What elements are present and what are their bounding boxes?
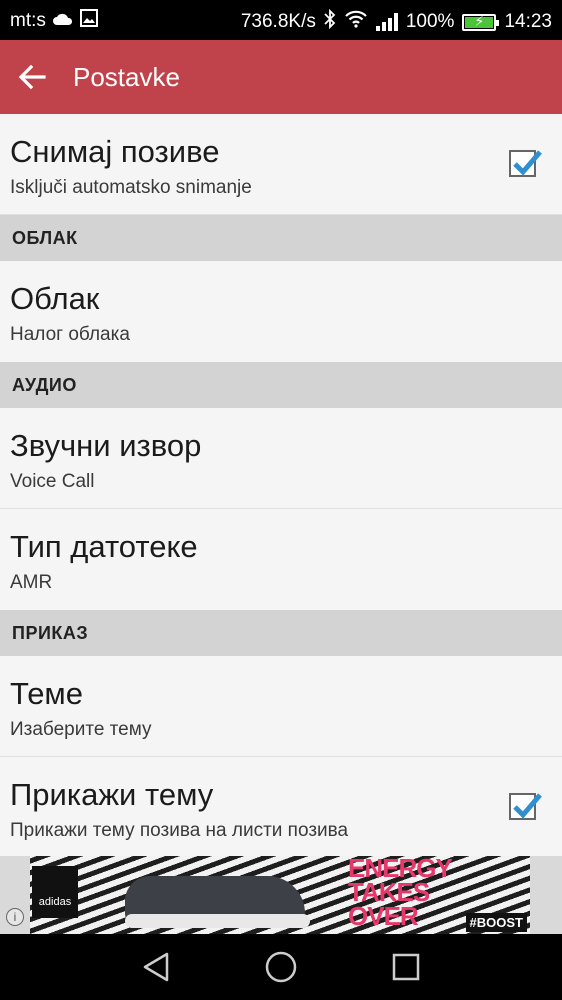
status-right: 736.8K/s 100% ⚡ 14:23 [240, 8, 552, 35]
check-icon [513, 150, 542, 176]
category-label: АУДИО [12, 375, 77, 395]
status-left: mt:s [10, 9, 98, 33]
pref-title: Звучни извор [10, 428, 202, 463]
show-theme-checkbox[interactable] [509, 793, 542, 820]
page-title: Postavke [73, 62, 180, 92]
pref-summary: AMR [10, 572, 53, 593]
home-nav-icon[interactable] [264, 950, 298, 984]
ad-image[interactable]: adidas ENERGY TAKES OVER #BOOST [30, 856, 530, 934]
battery-percent: 100% [405, 11, 455, 32]
bluetooth-icon [324, 8, 336, 35]
pref-themes[interactable]: Теме Изаберите тему [0, 656, 562, 757]
pref-title: Облак [10, 281, 100, 316]
info-icon[interactable]: i [6, 908, 24, 926]
category-label: ПРИКАЗ [12, 623, 89, 643]
pref-file-type[interactable]: Тип датотеке AMR [0, 509, 562, 610]
signal-icon [375, 13, 398, 31]
pref-summary: Voice Call [10, 471, 95, 492]
record-calls-checkbox[interactable] [509, 150, 542, 177]
pref-title: Прикажи тему [10, 777, 214, 812]
back-nav-icon[interactable] [139, 950, 173, 984]
net-speed: 736.8K/s [240, 11, 316, 32]
wifi-icon [344, 10, 368, 34]
pref-summary: Налог облака [10, 324, 130, 345]
clock: 14:23 [504, 11, 552, 32]
settings-list: Снимај позиве Isključi automatsko sniman… [0, 114, 562, 856]
adidas-logo: adidas [32, 866, 78, 918]
category-audio: АУДИО [0, 362, 562, 408]
pref-cloud[interactable]: Облак Налог облака [0, 261, 562, 362]
ad-tag: #BOOST [465, 913, 527, 932]
pref-audio-source[interactable]: Звучни извор Voice Call [0, 408, 562, 509]
carrier-label: mt:s [10, 10, 46, 31]
pref-summary: Изаберите тему [10, 719, 152, 740]
navigation-bar [0, 934, 562, 1000]
recents-nav-icon[interactable] [389, 950, 423, 984]
pref-title: Тип датотеке [10, 529, 198, 564]
image-icon [79, 9, 98, 33]
cloud-icon [52, 10, 74, 32]
category-display: ПРИКАЗ [0, 610, 562, 656]
status-bar: mt:s 736.8K/s 100% ⚡ 14:23 [0, 0, 562, 40]
shoe-sole [125, 914, 310, 928]
category-label: ОБЛАК [12, 228, 78, 248]
ad-banner[interactable]: adidas ENERGY TAKES OVER #BOOST i [0, 856, 562, 934]
pref-show-theme[interactable]: Прикажи тему Прикажи тему позива на лист… [0, 757, 562, 856]
pref-summary: Isključi automatsko snimanje [10, 177, 252, 198]
battery-icon: ⚡ [462, 13, 500, 31]
pref-record-calls[interactable]: Снимај позиве Isključi automatsko sniman… [0, 114, 562, 215]
pref-title: Снимај позиве [10, 134, 220, 169]
back-arrow-icon[interactable] [14, 59, 50, 95]
category-cloud: ОБЛАК [0, 215, 562, 261]
check-icon [513, 793, 542, 819]
pref-title: Теме [10, 676, 83, 711]
pref-summary: Прикажи тему позива на листи позива [10, 820, 349, 841]
app-bar: Postavke [0, 40, 562, 114]
ad-headline: ENERGY TAKES OVER [348, 856, 452, 931]
